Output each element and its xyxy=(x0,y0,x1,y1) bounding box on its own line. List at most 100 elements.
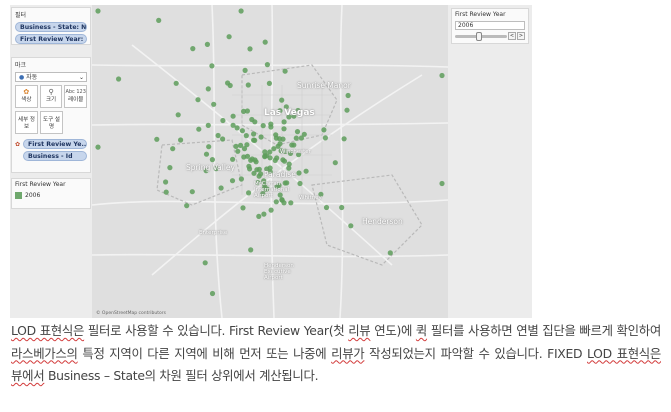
review-dot[interactable] xyxy=(266,80,272,86)
review-dot[interactable] xyxy=(439,72,445,79)
review-dot[interactable] xyxy=(195,97,201,103)
review-dot[interactable] xyxy=(242,67,248,73)
mark-type-select[interactable]: ● 자동 ⌄ xyxy=(15,72,87,82)
review-dot[interactable] xyxy=(190,46,196,52)
review-dot[interactable] xyxy=(256,213,262,219)
prev-year-button[interactable]: < xyxy=(508,32,516,40)
color-button[interactable]: ✿ 색상 xyxy=(15,85,38,108)
review-dot[interactable] xyxy=(234,125,240,131)
review-dot[interactable] xyxy=(238,8,244,14)
review-dot[interactable] xyxy=(240,205,246,211)
review-dot[interactable] xyxy=(189,189,195,195)
review-dot[interactable] xyxy=(247,166,253,172)
review-dot[interactable] xyxy=(262,149,268,155)
review-dot[interactable] xyxy=(230,156,236,162)
review-dot[interactable] xyxy=(239,128,245,134)
review-dot[interactable] xyxy=(227,82,233,89)
review-dot[interactable] xyxy=(196,126,202,132)
review-dot[interactable] xyxy=(298,135,304,141)
review-dot[interactable] xyxy=(303,168,309,174)
review-dot[interactable] xyxy=(205,122,211,128)
review-dot[interactable] xyxy=(215,132,221,139)
review-dot[interactable] xyxy=(289,142,295,148)
review-dot[interactable] xyxy=(226,34,232,40)
review-dot[interactable] xyxy=(173,80,179,86)
review-dot[interactable] xyxy=(243,133,249,139)
review-dot[interactable] xyxy=(294,129,301,135)
review-dot[interactable] xyxy=(268,124,274,130)
review-dot[interactable] xyxy=(95,144,101,150)
review-dot[interactable] xyxy=(260,123,266,129)
review-dot[interactable] xyxy=(163,189,169,195)
review-dot[interactable] xyxy=(281,119,287,125)
review-dot[interactable] xyxy=(218,185,224,191)
review-dot[interactable] xyxy=(248,247,254,253)
review-dot[interactable] xyxy=(280,136,286,142)
review-dot[interactable] xyxy=(251,131,257,137)
review-dot[interactable] xyxy=(175,112,181,118)
review-dot[interactable] xyxy=(251,137,257,143)
review-dot[interactable] xyxy=(281,158,288,164)
review-dot[interactable] xyxy=(261,211,267,217)
review-dot[interactable] xyxy=(230,113,236,119)
review-dot[interactable] xyxy=(258,134,264,140)
review-dot[interactable] xyxy=(323,204,330,211)
review-dot[interactable] xyxy=(345,92,351,99)
review-dot[interactable] xyxy=(439,180,445,187)
review-dot[interactable] xyxy=(251,170,257,176)
review-dot[interactable] xyxy=(209,157,215,163)
detail-button[interactable]: 세부 정보 xyxy=(15,111,38,134)
review-dot[interactable] xyxy=(220,117,226,124)
review-dot[interactable] xyxy=(206,144,212,150)
review-dot[interactable] xyxy=(241,154,247,160)
review-dot[interactable] xyxy=(238,176,244,182)
marks-field-first-review-year[interactable]: First Review Ye.. xyxy=(23,139,87,149)
review-dot[interactable] xyxy=(341,136,347,142)
review-dot[interactable] xyxy=(332,160,338,166)
quick-filter-value[interactable]: 2006 xyxy=(455,21,525,30)
review-dot[interactable] xyxy=(202,260,208,266)
review-dot[interactable] xyxy=(282,68,288,74)
review-dot[interactable] xyxy=(344,107,350,113)
year-slider[interactable] xyxy=(455,31,507,41)
review-dot[interactable] xyxy=(211,101,217,107)
review-dot[interactable] xyxy=(209,63,215,69)
review-dot[interactable] xyxy=(156,17,162,23)
map-view[interactable]: Sunrise Manor Las Vegas Winchester Sprin… xyxy=(92,5,448,318)
review-dot[interactable] xyxy=(321,127,327,133)
filter-pill-first-review-year[interactable]: First Review Year: .. xyxy=(15,34,87,44)
review-dot[interactable] xyxy=(170,146,176,152)
review-dot[interactable] xyxy=(163,179,169,185)
review-dot[interactable] xyxy=(247,46,253,52)
year-slider-thumb[interactable] xyxy=(475,31,482,41)
review-dot[interactable] xyxy=(277,141,283,147)
review-dot[interactable] xyxy=(154,136,160,142)
label-button[interactable]: Abc 123 레이블 xyxy=(64,85,88,108)
review-dot[interactable] xyxy=(296,170,302,176)
review-dot[interactable] xyxy=(178,137,184,143)
review-dot[interactable] xyxy=(184,203,190,209)
review-dot[interactable] xyxy=(245,82,251,88)
review-dot[interactable] xyxy=(281,126,287,132)
review-dot[interactable] xyxy=(256,166,262,172)
review-dot[interactable] xyxy=(249,116,255,123)
review-dot[interactable] xyxy=(262,39,268,45)
review-dot[interactable] xyxy=(348,223,354,229)
review-dot[interactable] xyxy=(204,41,210,48)
legend-item-2006[interactable]: 2006 xyxy=(15,192,87,199)
review-dot[interactable] xyxy=(203,151,210,157)
review-dot[interactable] xyxy=(116,76,122,82)
review-dot[interactable] xyxy=(272,157,278,163)
review-dot[interactable] xyxy=(249,156,255,162)
review-dot[interactable] xyxy=(205,86,211,92)
review-dot[interactable] xyxy=(235,148,241,154)
review-dot[interactable] xyxy=(209,290,216,297)
review-dot[interactable] xyxy=(286,161,292,167)
filter-pill-business-state[interactable]: Business - State: N.. xyxy=(15,22,87,32)
review-dot[interactable] xyxy=(387,250,393,256)
review-dot[interactable] xyxy=(339,204,345,211)
review-dot[interactable] xyxy=(264,62,270,68)
review-dot[interactable] xyxy=(238,142,244,148)
review-dot[interactable] xyxy=(267,149,273,155)
review-dot[interactable] xyxy=(288,200,294,206)
